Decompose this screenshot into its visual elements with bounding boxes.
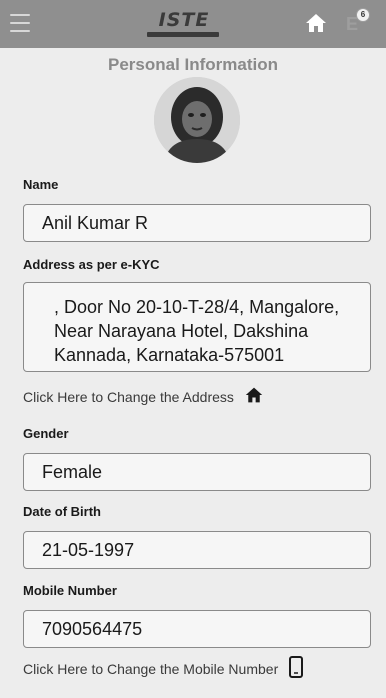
home-icon[interactable] xyxy=(304,11,328,35)
app-logo: ISTE xyxy=(143,9,225,39)
menu-icon[interactable] xyxy=(10,14,30,32)
app-bar: ISTE E 6 xyxy=(0,0,386,48)
language-icon[interactable]: E 6 xyxy=(346,8,380,34)
name-field[interactable]: Anil Kumar R xyxy=(23,204,371,242)
name-label: Name xyxy=(23,177,59,192)
address-label: Address as per e-KYC xyxy=(23,257,160,272)
logo-strip xyxy=(147,32,219,37)
home-icon xyxy=(244,386,264,407)
mobile-phone-icon xyxy=(288,656,304,681)
change-address-text: Click Here to Change the Address xyxy=(23,388,234,405)
avatar xyxy=(154,77,240,163)
change-mobile-link[interactable]: Click Here to Change the Mobile Number xyxy=(23,656,304,681)
change-address-link[interactable]: Click Here to Change the Address xyxy=(23,386,264,407)
mobile-label: Mobile Number xyxy=(23,583,117,598)
gender-label: Gender xyxy=(23,426,69,441)
dob-field[interactable]: 21-05-1997 xyxy=(23,531,371,569)
language-badge: 6 xyxy=(356,8,370,22)
dob-label: Date of Birth xyxy=(23,504,101,519)
page-title: Personal Information xyxy=(107,55,279,74)
gender-field[interactable]: Female xyxy=(23,453,371,491)
address-field[interactable]: , Door No 20-10-T-28/4, Mangalore, Near … xyxy=(23,282,371,372)
change-mobile-text: Click Here to Change the Mobile Number xyxy=(23,660,279,677)
logo-text: ISTE xyxy=(158,9,210,31)
mobile-field[interactable]: 7090564475 xyxy=(23,610,371,648)
